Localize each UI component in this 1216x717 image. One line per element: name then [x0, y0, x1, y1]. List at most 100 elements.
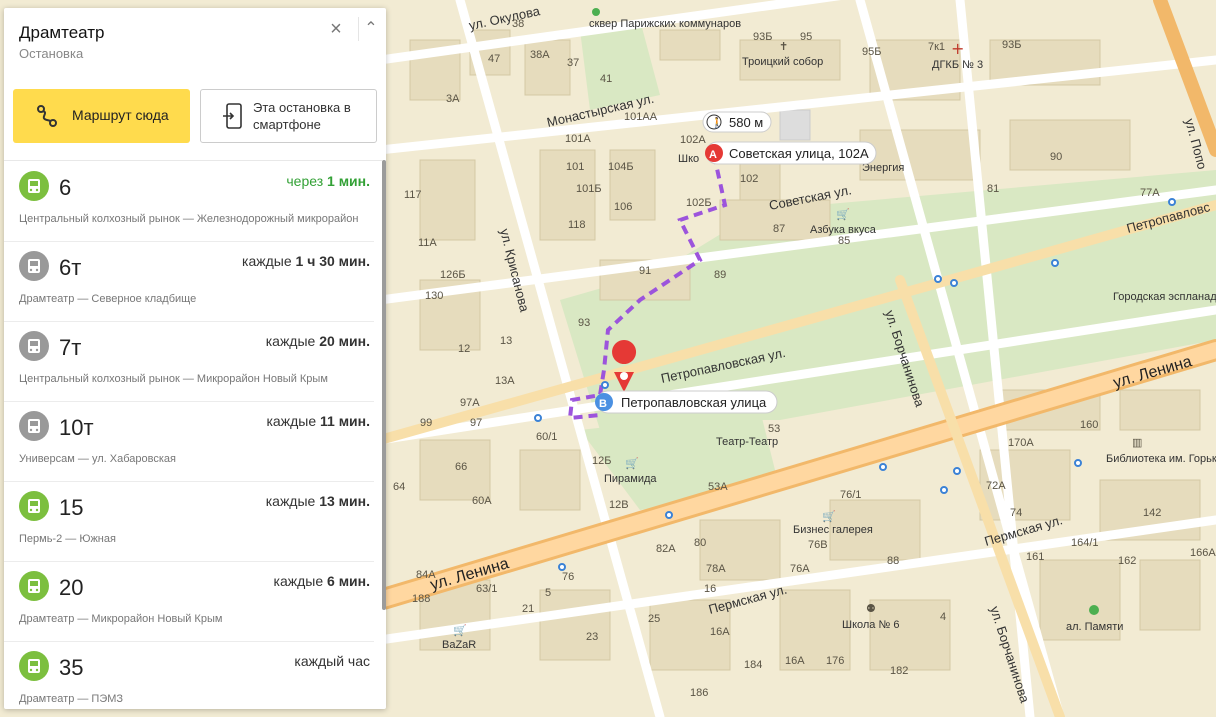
svg-text:84А: 84А — [416, 569, 436, 581]
svg-text:13А: 13А — [495, 375, 515, 387]
frequency-prefix: каждые — [273, 573, 324, 589]
frequency-prefix: каждые — [242, 253, 292, 269]
svg-text:41: 41 — [600, 73, 612, 85]
svg-text:93Б: 93Б — [1002, 39, 1021, 51]
frequency-value: 1 мин. — [327, 173, 370, 189]
svg-text:164/1: 164/1 — [1071, 537, 1099, 549]
frequency-prefix: каждые — [265, 493, 316, 509]
svg-text:188: 188 — [412, 593, 430, 605]
svg-text:53: 53 — [768, 423, 780, 435]
svg-text:97А: 97А — [460, 397, 480, 409]
point-a-marker[interactable]: A Советская улица, 102А — [705, 141, 877, 165]
route-destination: Драмтеатр — Микрорайон Новый Крым — [19, 613, 223, 625]
svg-text:12Б: 12Б — [592, 455, 611, 467]
route-item[interactable]: 7т каждые 20 мин. Центральный колхозный ры… — [4, 321, 374, 402]
route-item[interactable]: 10т каждые 11 мин. Универсам — ул. Хабаров… — [4, 401, 374, 482]
svg-text:38А: 38А — [530, 49, 550, 61]
route-item[interactable]: 6т каждые 1 ч 30 мин. Драмтеатр — Северное… — [4, 241, 374, 322]
svg-text:117: 117 — [404, 189, 422, 201]
svg-text:11А: 11А — [418, 237, 437, 249]
route-frequency: каждые 13 мин. — [266, 493, 370, 509]
poi-label: Троицкий собор — [742, 56, 823, 68]
svg-text:93Б: 93Б — [753, 31, 772, 43]
svg-text:21: 21 — [522, 603, 534, 615]
svg-text:60/1: 60/1 — [536, 431, 557, 443]
route-item[interactable]: 15 каждые 13 мин. Пермь-2 — Южная — [4, 481, 374, 562]
route-number: 6т — [59, 255, 82, 280]
route-item[interactable]: 35 каждый час Драмтеатр — ПЭМЗ — [4, 641, 374, 709]
route-frequency: каждые 20 мин. — [266, 333, 370, 349]
svg-text:102Б: 102Б — [686, 197, 712, 209]
stop-info-panel: Драмтеатр Остановка × ⌃ Маршрут сюда Эта… — [4, 8, 386, 709]
shop-icon: 🛒 — [453, 624, 467, 637]
route-icon — [37, 105, 57, 127]
svg-text:16: 16 — [704, 583, 716, 595]
svg-text:89: 89 — [714, 269, 726, 281]
svg-text:81: 81 — [987, 183, 999, 195]
poi-label: Шко — [678, 153, 699, 165]
route-item[interactable]: 20 каждые 6 мин. Драмтеатр — Микрорайон Но… — [4, 561, 374, 642]
svg-text:95: 95 — [800, 31, 812, 43]
svg-text:160: 160 — [1080, 419, 1098, 431]
svg-text:4: 4 — [940, 611, 946, 623]
svg-text:7к1: 7к1 — [928, 41, 945, 53]
svg-text:118: 118 — [568, 219, 586, 231]
svg-text:142: 142 — [1143, 507, 1161, 519]
point-b-letter: B — [599, 398, 607, 410]
route-here-button[interactable]: Маршрут сюда — [13, 89, 190, 143]
poi-label: Школа № 6 — [842, 619, 899, 631]
svg-text:101АА: 101АА — [624, 111, 658, 123]
cross-icon: ✝ — [779, 41, 788, 53]
svg-text:13: 13 — [500, 335, 512, 347]
poi-label: Библиотека им. Горького — [1106, 453, 1216, 465]
close-icon[interactable]: × — [324, 17, 348, 41]
svg-text:161: 161 — [1026, 551, 1044, 563]
svg-text:38: 38 — [512, 18, 524, 30]
svg-text:99: 99 — [420, 417, 432, 429]
svg-text:91: 91 — [639, 265, 651, 277]
svg-text:🚶: 🚶 — [711, 116, 723, 129]
svg-text:16А: 16А — [710, 626, 730, 638]
scrollbar[interactable] — [382, 160, 386, 610]
tree-icon — [1089, 605, 1099, 615]
walk-distance: 580 м — [729, 115, 763, 130]
point-b-marker[interactable]: B Петропавловская улица — [595, 390, 778, 414]
svg-text:80: 80 — [694, 537, 706, 549]
svg-text:5: 5 — [545, 587, 551, 599]
poi-label: Театр-Театр — [716, 436, 778, 448]
poi-label: Городская эспланада — [1113, 291, 1216, 303]
bus-icon — [19, 491, 49, 521]
svg-text:72А: 72А — [986, 480, 1006, 492]
shop-icon: 🛒 — [625, 457, 639, 470]
poi-label: ДГКБ № 3 — [932, 59, 983, 71]
poi-label: Бизнес галерея — [793, 524, 873, 536]
stop-title: Драмтеатр — [19, 23, 105, 42]
svg-text:37: 37 — [567, 57, 579, 69]
route-frequency: каждые 6 мин. — [274, 573, 370, 589]
bus-icon — [19, 571, 49, 601]
send-to-phone-button[interactable]: Эта остановка в смартфоне — [200, 89, 377, 143]
poi-label: сквер Парижских коммунаров — [589, 18, 741, 30]
frequency-prefix: каждые — [265, 333, 316, 349]
svg-text:170А: 170А — [1008, 437, 1034, 449]
svg-text:16А: 16А — [785, 655, 805, 667]
route-frequency: каждый час — [294, 653, 370, 669]
svg-text:102: 102 — [740, 173, 758, 185]
svg-text:76А: 76А — [790, 563, 810, 575]
route-number: 35 — [59, 655, 84, 680]
svg-text:95Б: 95Б — [862, 46, 881, 58]
route-item[interactable]: 6 через 1 мин. Центральный колхозный рынок… — [4, 161, 374, 242]
svg-text:176: 176 — [826, 655, 844, 667]
route-frequency: через 1 мин. — [286, 173, 370, 189]
svg-text:12: 12 — [458, 343, 470, 355]
point-a-label: Советская улица, 102А — [729, 146, 869, 161]
panel-header: Драмтеатр Остановка × ⌃ — [4, 8, 386, 80]
chevron-up-icon[interactable]: ⌃ — [358, 17, 383, 41]
svg-text:76В: 76В — [808, 539, 828, 551]
svg-text:12В: 12В — [609, 499, 629, 511]
shop-icon: 🛒 — [822, 510, 836, 523]
route-number: 10т — [59, 415, 94, 440]
route-here-label: Маршрут сюда — [72, 107, 169, 123]
frequency-value: 11 мин. — [320, 413, 370, 429]
phone-icon — [223, 103, 242, 129]
